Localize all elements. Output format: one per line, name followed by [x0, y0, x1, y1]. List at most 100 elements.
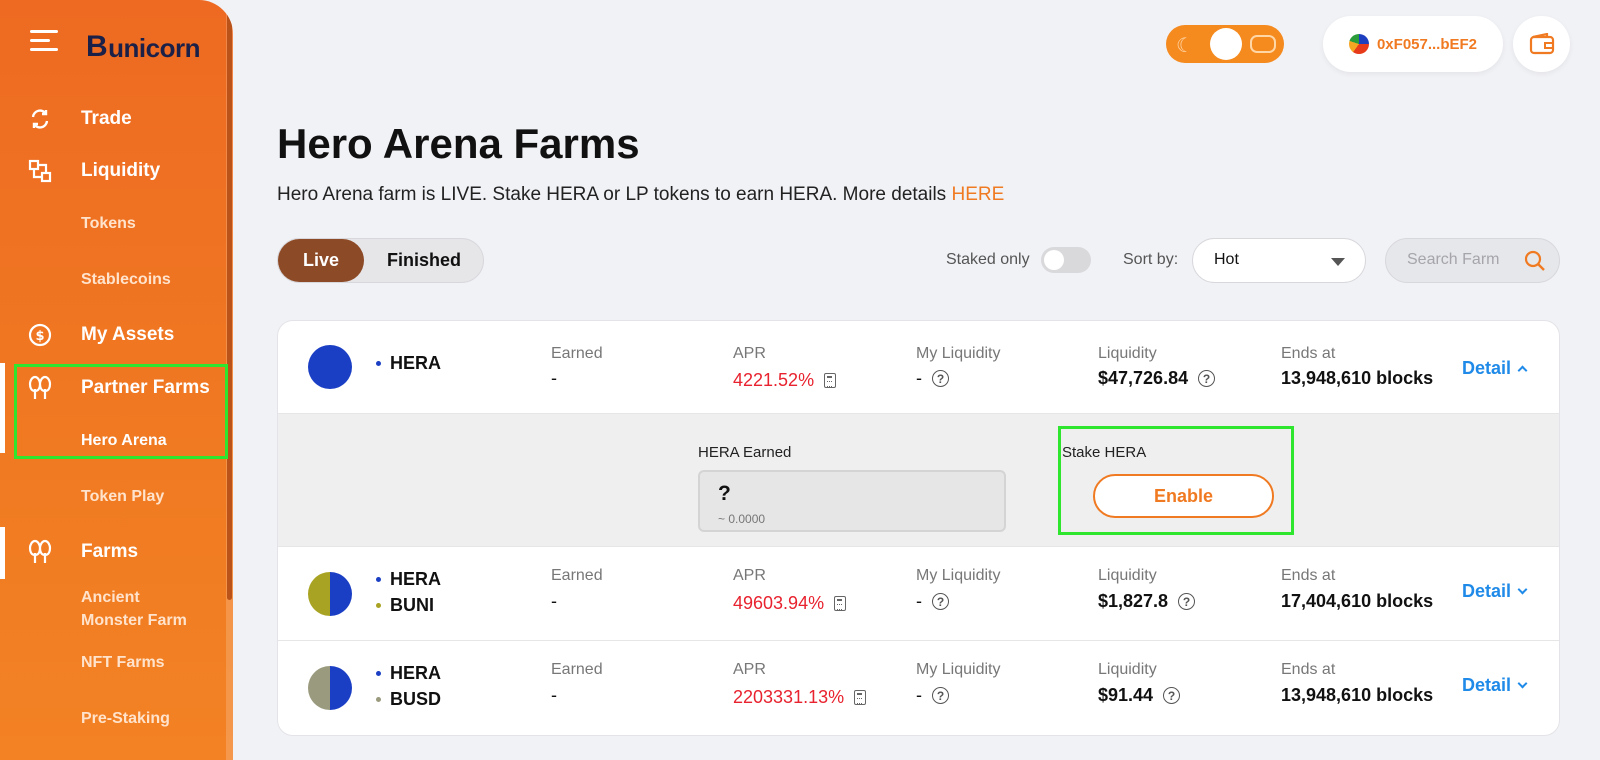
- apr-header: APR: [733, 345, 766, 362]
- apr-value: 2203331.13%: [733, 687, 867, 708]
- ends-at-value: 13,948,610 blocks: [1281, 368, 1434, 388]
- sidebar: Bunicorn Trade Liquidity Tokens Stableco…: [0, 0, 233, 760]
- tree-icon: [27, 539, 53, 565]
- search-input[interactable]: Search Farm: [1385, 238, 1560, 283]
- chevron-up-icon: [1517, 365, 1528, 376]
- menu-icon[interactable]: [30, 30, 58, 52]
- apr-header: APR: [733, 567, 766, 584]
- my-liquidity-header: My Liquidity: [916, 345, 1001, 362]
- search-icon[interactable]: [1523, 249, 1547, 273]
- caret-down-icon: [1331, 258, 1345, 266]
- earned-header: Earned: [551, 345, 603, 362]
- sort-label: Sort by:: [1123, 251, 1179, 268]
- my-liquidity-value: -?: [916, 368, 949, 389]
- page-subtitle: Hero Arena farm is LIVE. Stake HERA or L…: [277, 184, 1004, 206]
- my-liquidity-header: My Liquidity: [916, 567, 1001, 584]
- swap-icon: [27, 106, 53, 132]
- detail-button[interactable]: Detail: [1462, 675, 1528, 696]
- sidebar-item-label: Trade: [81, 108, 132, 129]
- sidebar-item-label: Liquidity: [81, 160, 161, 181]
- detail-button[interactable]: Detail: [1462, 358, 1528, 379]
- token-label: HERA: [376, 663, 441, 684]
- theme-toggle[interactable]: ☾: [1166, 25, 1284, 63]
- sidebar-item-liquidity[interactable]: Liquidity: [0, 156, 226, 186]
- chevron-down-icon: [1517, 584, 1528, 595]
- wallet-icon: [1529, 33, 1554, 55]
- chevron-down-icon: [1517, 678, 1528, 689]
- calculator-icon[interactable]: [824, 373, 837, 388]
- hera-token-icon: [308, 345, 352, 389]
- sidebar-item-label: Farms: [81, 541, 139, 562]
- sidebar-item-nft-farms[interactable]: NFT Farms: [81, 654, 165, 672]
- brand-name: unicorn: [108, 33, 201, 63]
- help-icon[interactable]: ?: [932, 370, 949, 387]
- search-placeholder: Search Farm: [1407, 251, 1500, 268]
- liquidity-value: $1,827.8?: [1098, 591, 1196, 612]
- table-row[interactable]: HERA Earned - APR 4221.52% My Liquidity …: [278, 321, 1559, 413]
- token-label: HERA: [376, 353, 441, 374]
- help-icon[interactable]: ?: [1163, 687, 1181, 704]
- help-icon[interactable]: ?: [932, 687, 949, 704]
- help-icon[interactable]: ?: [1178, 593, 1196, 610]
- farms-table: HERA Earned - APR 4221.52% My Liquidity …: [277, 320, 1560, 736]
- sort-select[interactable]: Hot: [1192, 238, 1366, 283]
- earned-approx: ~ 0.0000: [718, 512, 766, 526]
- ends-at-header: Ends at: [1281, 345, 1336, 362]
- token-label: HERA: [376, 569, 441, 590]
- dollar-coin-icon: $: [27, 322, 53, 348]
- liquidity-header: Liquidity: [1098, 567, 1157, 584]
- details-link[interactable]: HERE: [951, 184, 1004, 205]
- hera-earned-box: ? ~ 0.0000: [698, 470, 1006, 532]
- brand-initial: B: [86, 30, 108, 63]
- subtitle-text: Hero Arena farm is LIVE. Stake HERA or L…: [277, 184, 952, 205]
- staked-only-toggle[interactable]: [1041, 247, 1091, 273]
- sidebar-item-farms[interactable]: Farms: [0, 537, 226, 567]
- table-row[interactable]: HERA BUNI Earned - APR 49603.94% My Liqu…: [278, 547, 1559, 641]
- liquidity-value: $91.44?: [1098, 685, 1181, 706]
- sidebar-item-label: My Assets: [81, 324, 175, 345]
- help-icon[interactable]: ?: [1198, 370, 1216, 387]
- calculator-icon[interactable]: [854, 690, 867, 705]
- sidebar-item-stablecoins[interactable]: Stablecoins: [81, 271, 171, 289]
- ends-at-value: 17,404,610 blocks: [1281, 591, 1434, 611]
- my-liquidity-header: My Liquidity: [916, 661, 1001, 678]
- detail-button[interactable]: Detail: [1462, 581, 1528, 602]
- wallet-address-button[interactable]: 0xF057...bEF2: [1323, 16, 1503, 72]
- expanded-panel: HERA Earned ? ~ 0.0000 Stake HERA Enable: [278, 413, 1559, 547]
- tab-finished[interactable]: Finished: [364, 239, 484, 282]
- scrollbar-thumb[interactable]: [227, 0, 232, 600]
- highlight-box: [1058, 426, 1294, 535]
- tab-live[interactable]: Live: [278, 239, 364, 282]
- hera-earned-label: HERA Earned: [698, 444, 792, 461]
- sidebar-item-ancient-monster-farm[interactable]: Ancient Monster Farm: [81, 586, 206, 632]
- brand-logo[interactable]: Bunicorn: [86, 20, 201, 64]
- staked-only-label: Staked only: [946, 251, 1030, 268]
- sidebar-item-trade[interactable]: Trade: [0, 104, 226, 134]
- token-label: BUNI: [376, 595, 434, 616]
- toggle-knob: [1044, 250, 1064, 270]
- my-liquidity-value: -?: [916, 685, 949, 706]
- hera-busd-token-icon: [308, 666, 352, 710]
- sidebar-item-pre-staking[interactable]: Pre-Staking: [81, 710, 170, 728]
- liquidity-icon: [27, 158, 53, 184]
- ends-at-header: Ends at: [1281, 567, 1336, 584]
- sidebar-item-tokens[interactable]: Tokens: [81, 215, 136, 233]
- avatar: [1348, 34, 1369, 54]
- gamepad-icon: [1250, 35, 1276, 53]
- page-title: Hero Arena Farms: [277, 120, 640, 167]
- my-liquidity-value: -?: [916, 591, 949, 612]
- ends-at-value: 13,948,610 blocks: [1281, 685, 1434, 705]
- table-row[interactable]: HERA BUSD Earned - APR 2203331.13% My Li…: [278, 641, 1559, 735]
- ends-at-header: Ends at: [1281, 661, 1336, 678]
- sidebar-item-my-assets[interactable]: $ My Assets: [0, 320, 226, 350]
- hera-buni-token-icon: [308, 572, 352, 616]
- help-icon[interactable]: ?: [932, 593, 949, 610]
- sidebar-item-token-play[interactable]: Token Play: [81, 488, 164, 506]
- calculator-icon[interactable]: [834, 596, 847, 611]
- farm-tabs: Live Finished: [277, 238, 484, 283]
- wallet-button[interactable]: [1513, 16, 1570, 72]
- sort-value: Hot: [1214, 251, 1239, 268]
- svg-text:$: $: [35, 329, 44, 344]
- apr-header: APR: [733, 661, 766, 678]
- earned-header: Earned: [551, 567, 603, 584]
